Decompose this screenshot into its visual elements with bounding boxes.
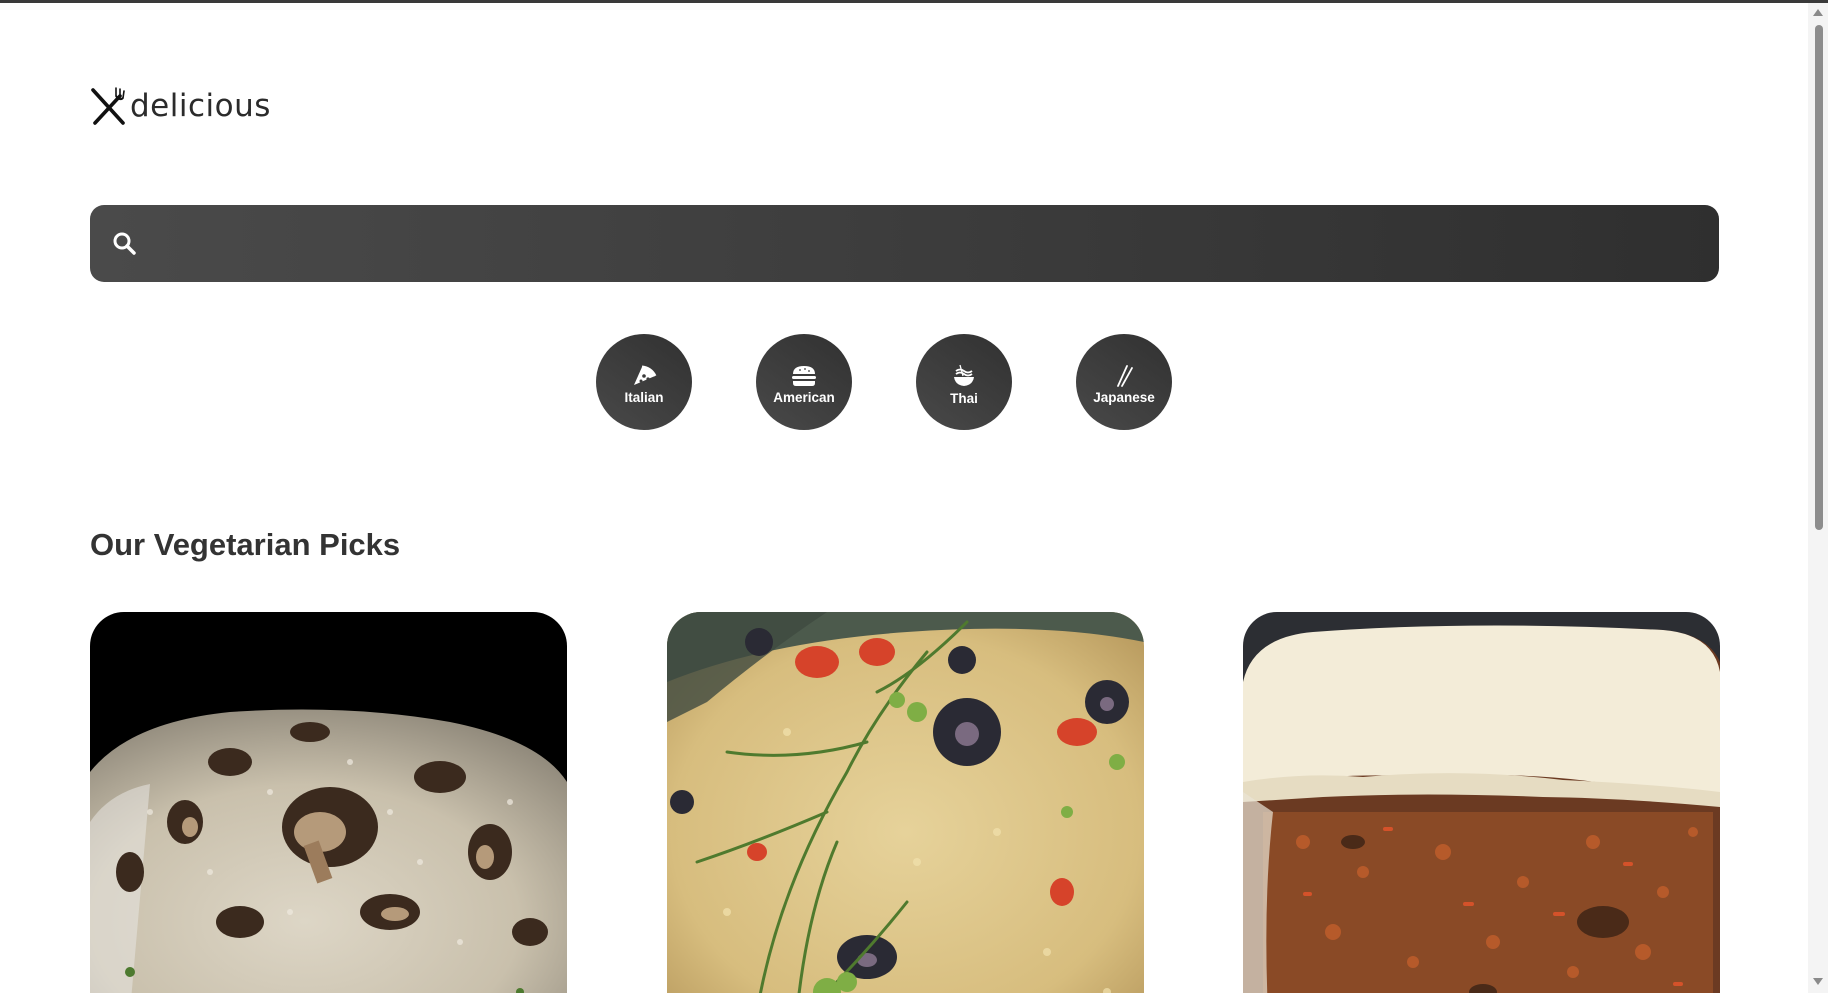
recipe-card[interactable] (90, 612, 567, 993)
section-title: Our Vegetarian Picks (90, 527, 401, 562)
fork-knife-icon (90, 86, 128, 126)
burger-icon (791, 359, 817, 387)
recipe-card[interactable] (1243, 612, 1720, 993)
pizza-icon (631, 359, 657, 387)
search-icon (110, 229, 140, 259)
brand-logo[interactable]: delicious (90, 83, 271, 129)
search-input[interactable] (156, 205, 1700, 284)
noodle-bowl-icon (951, 358, 977, 388)
scrollbar[interactable] (1808, 3, 1828, 993)
scroll-down-arrow-icon[interactable] (1813, 978, 1823, 985)
category-label: American (773, 390, 835, 405)
category-american[interactable]: American (756, 334, 852, 430)
category-thai[interactable]: Thai (916, 334, 1012, 430)
page: delicious Italian American Thai Japanese… (0, 3, 1808, 993)
scroll-thumb[interactable] (1815, 25, 1823, 530)
brand-name: delicious (130, 88, 271, 124)
recipe-card[interactable] (667, 612, 1144, 993)
chopsticks-icon (1111, 359, 1137, 387)
category-label: Thai (950, 391, 978, 406)
mushroom-risotto-photo (90, 612, 567, 993)
category-italian[interactable]: Italian (596, 334, 692, 430)
category-label: Japanese (1093, 390, 1155, 405)
couscous-salad-photo (667, 612, 1144, 993)
carrot-cake-photo (1243, 612, 1720, 993)
scroll-up-arrow-icon[interactable] (1813, 9, 1823, 16)
category-nav: Italian American Thai Japanese (596, 334, 1176, 434)
category-label: Italian (624, 390, 664, 405)
search-bar (90, 205, 1719, 284)
category-japanese[interactable]: Japanese (1076, 334, 1172, 430)
